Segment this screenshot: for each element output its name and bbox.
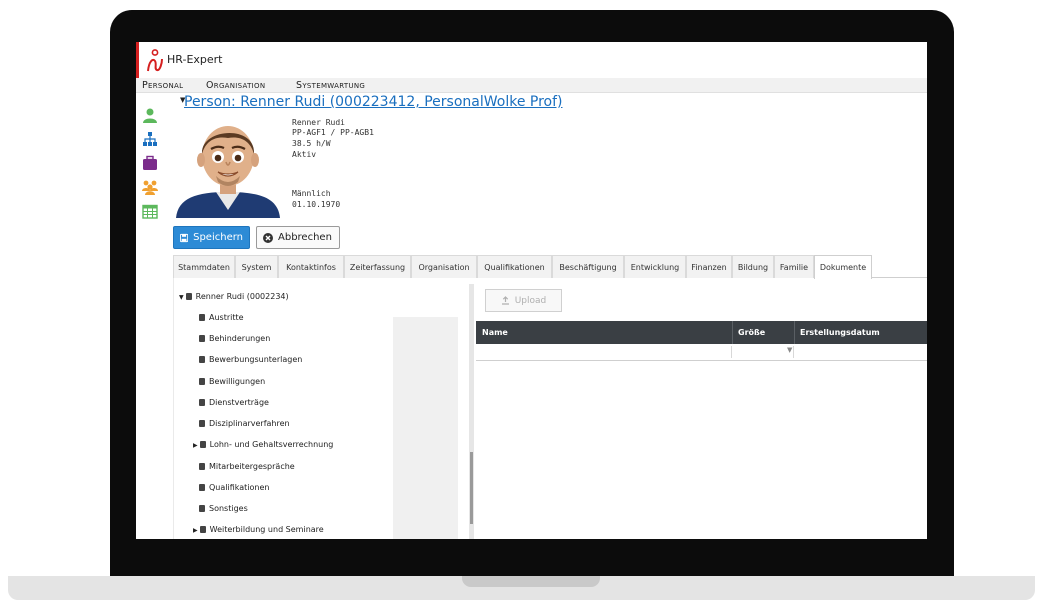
tab-familie[interactable]: Familie — [774, 255, 814, 278]
person-title[interactable]: Person: Renner Rudi (000223412, Personal… — [184, 94, 562, 110]
tab-dokumente[interactable]: Dokumente — [814, 255, 872, 279]
tab-qualifikationen[interactable]: Qualifikationen — [477, 255, 552, 278]
floppy-disk-icon — [180, 233, 189, 242]
folder-icon — [199, 463, 205, 470]
person-status: Aktiv — [292, 150, 317, 159]
cancel-button[interactable]: Abbrechen — [256, 226, 340, 249]
column-separator — [794, 321, 795, 344]
column-header-groesse[interactable]: Größe — [738, 328, 765, 337]
collapsed-caret-icon[interactable]: ▶ — [193, 527, 198, 534]
person-icon[interactable] — [142, 107, 158, 123]
folder-icon — [199, 314, 205, 321]
hr-expert-logo — [147, 49, 163, 72]
filter-groesse-select[interactable] — [732, 346, 794, 358]
folder-icon — [199, 335, 205, 342]
side-navigation — [136, 93, 162, 539]
column-header-erstellungsdatum[interactable]: Erstellungsdatum — [800, 328, 880, 337]
folder-icon — [199, 484, 205, 491]
scrollbar-thumb[interactable] — [470, 452, 473, 524]
tree-item-austritte[interactable]: Austritte — [199, 313, 244, 322]
tree-item-bewerbungsunterlagen[interactable]: Bewerbungsunterlagen — [199, 355, 302, 364]
tab-stammdaten[interactable]: Stammdaten — [173, 255, 235, 278]
tab-beschaeftigung[interactable]: Beschäftigung — [552, 255, 624, 278]
column-header-name[interactable]: Name — [482, 328, 508, 337]
tree-item-weiterbildung[interactable]: ▶ Weiterbildung und Seminare — [193, 525, 324, 534]
folder-icon — [199, 441, 206, 448]
app-screen: HR-Expert Personal Organisation Systemwa… — [136, 42, 927, 539]
tab-zeiterfassung[interactable]: Zeiterfassung — [344, 255, 411, 278]
person-position: PP-AGF1 / PP-AGB1 — [292, 128, 374, 137]
tree-gray-area — [393, 278, 458, 539]
folder-icon — [199, 356, 205, 363]
group-icon[interactable] — [142, 179, 158, 195]
folder-icon — [199, 378, 205, 385]
app-header: HR-Expert — [136, 42, 927, 78]
column-separator — [732, 321, 733, 344]
folder-icon — [199, 420, 205, 427]
laptop-notch — [462, 576, 600, 587]
tab-entwicklung[interactable]: Entwicklung — [624, 255, 686, 278]
cancel-button-label: Abbrechen — [278, 232, 332, 243]
menu-personal[interactable]: Personal — [142, 80, 183, 91]
tree-item-behinderungen[interactable]: Behinderungen — [199, 334, 270, 343]
collapsed-caret-icon[interactable]: ▶ — [193, 442, 198, 449]
person-name: Renner Rudi — [292, 118, 345, 127]
documents-grid-header: Name Größe Erstellungsdatum — [476, 321, 927, 344]
folder-icon — [199, 505, 205, 512]
tab-kontaktinfos[interactable]: Kontaktinfos — [278, 255, 344, 278]
tree-white-area — [359, 278, 458, 317]
tree-item-qualifikationen[interactable]: Qualifikationen — [199, 483, 269, 492]
documents-filter-row — [476, 344, 927, 361]
document-tree: ▼ Renner Rudi (0002234) Austritte Behinde… — [173, 278, 458, 539]
tab-finanzen[interactable]: Finanzen — [686, 255, 732, 278]
app-name: HR-Expert — [167, 53, 223, 66]
tree-item-dienstvertraege[interactable]: Dienstverträge — [199, 398, 269, 407]
expanded-caret-icon[interactable]: ▼ — [179, 294, 184, 301]
save-button[interactable]: Speichern — [173, 226, 250, 249]
tree-item-lohn-gehalt[interactable]: ▶ Lohn- und Gehaltsverrechnung — [193, 440, 333, 449]
tree-item-mitarbeitergespraeche[interactable]: Mitarbeitergespräche — [199, 462, 295, 471]
save-button-label: Speichern — [193, 232, 243, 243]
tab-system[interactable]: System — [235, 255, 278, 278]
upload-button-label: Upload — [514, 295, 547, 306]
menu-organisation[interactable]: Organisation — [206, 80, 265, 91]
main-menu: Personal Organisation Systemwartung — [136, 78, 927, 93]
folder-icon — [199, 526, 206, 533]
calendar-icon[interactable] — [142, 203, 158, 219]
filter-name-input[interactable] — [476, 346, 732, 358]
menu-systemwartung[interactable]: Systemwartung — [296, 80, 365, 91]
tree-item-sonstiges[interactable]: Sonstiges — [199, 504, 248, 513]
tab-bildung[interactable]: Bildung — [732, 255, 774, 278]
tab-bar: Stammdaten System Kontaktinfos Zeiterfas… — [173, 255, 927, 279]
tree-item-disziplinarverfahren[interactable]: Disziplinarverfahren — [199, 419, 290, 428]
person-birthdate: 01.10.1970 — [292, 200, 341, 209]
close-circle-icon — [263, 232, 273, 243]
org-chart-icon[interactable] — [142, 131, 158, 147]
person-gender: Männlich — [292, 189, 331, 198]
chevron-down-icon[interactable]: ▼ — [787, 346, 792, 354]
tree-root[interactable]: ▼ Renner Rudi (0002234) — [179, 292, 289, 301]
person-hours: 38.5 h/W — [292, 139, 331, 148]
folder-icon — [185, 293, 192, 300]
upload-icon — [501, 296, 509, 305]
folder-icon — [199, 399, 205, 406]
tree-item-bewilligungen[interactable]: Bewilligungen — [199, 377, 265, 386]
avatar — [176, 126, 280, 218]
briefcase-icon[interactable] — [142, 155, 158, 171]
tab-organisation[interactable]: Organisation — [411, 255, 477, 278]
upload-button[interactable]: Upload — [485, 289, 562, 312]
